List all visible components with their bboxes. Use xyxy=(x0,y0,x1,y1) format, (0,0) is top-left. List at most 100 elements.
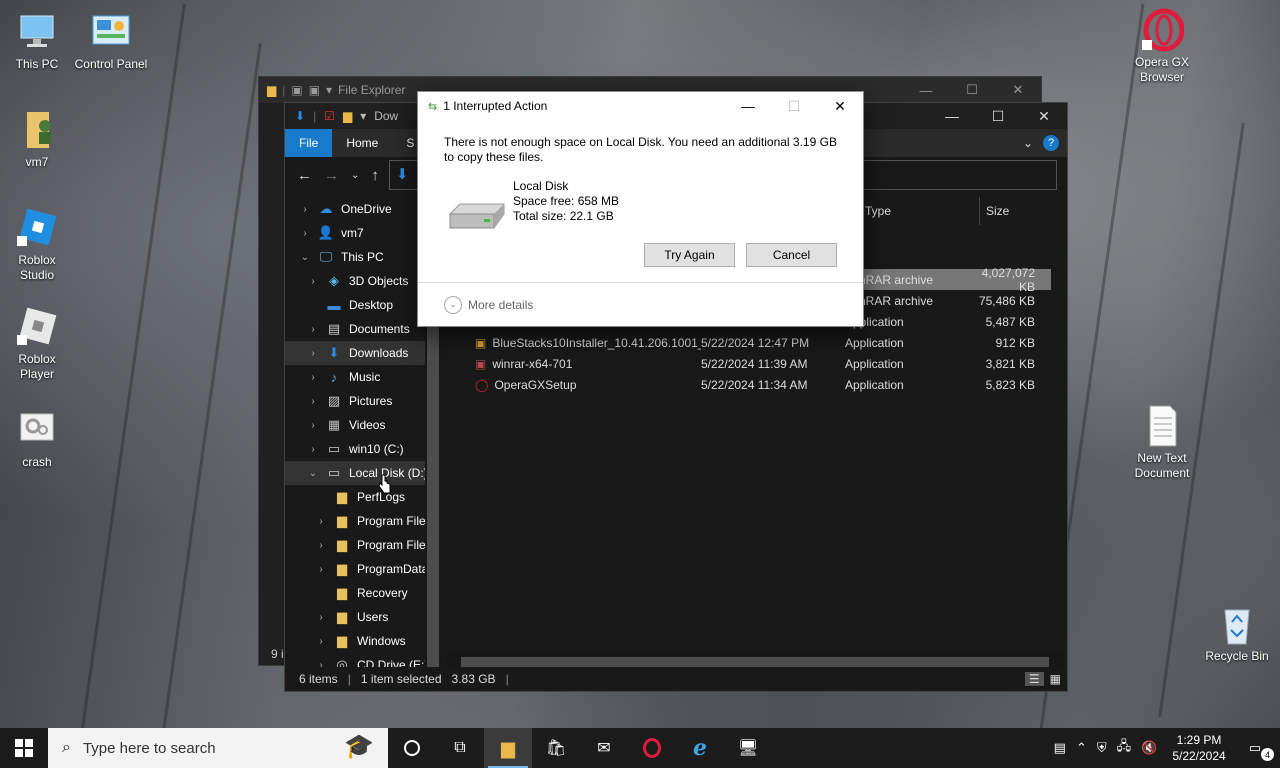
nav-item[interactable]: › ⬇ Downloads xyxy=(285,341,441,365)
details-view-icon[interactable]: ☰ xyxy=(1024,672,1044,686)
nav-item[interactable]: ⌄ ▭ Local Disk (D:) xyxy=(285,461,441,485)
notifications-button[interactable]: ▭ 4 xyxy=(1236,740,1280,761)
desktop-icon-control-panel[interactable]: Control Panel xyxy=(74,10,148,72)
wallpaper-streak xyxy=(77,3,186,757)
nav-item[interactable]: › ♪ Music xyxy=(285,365,441,389)
dialog-message: There is not enough space on Local Disk.… xyxy=(444,135,837,164)
maximize-button[interactable]: ☐ xyxy=(949,77,995,103)
properties-icon[interactable]: ☑ xyxy=(324,109,335,123)
minimize-button[interactable]: — xyxy=(903,77,949,103)
tab-home[interactable]: Home xyxy=(332,129,392,157)
nav-expand-chevron[interactable]: ⌄ xyxy=(307,468,319,479)
desktop-icon-roblox-studio[interactable]: Roblox Studio xyxy=(0,206,74,283)
back-arrow-icon[interactable]: ← xyxy=(297,167,312,184)
close-button[interactable]: ✕ xyxy=(995,77,1041,103)
try-again-button[interactable]: Try Again xyxy=(644,243,735,267)
nav-expand-chevron[interactable]: › xyxy=(307,420,319,431)
nav-item[interactable]: › ▦ Videos xyxy=(285,413,441,437)
maximize-button[interactable]: ☐ xyxy=(975,103,1021,129)
cortana-button[interactable] xyxy=(388,728,436,768)
more-details-toggle[interactable]: ⌄ More details xyxy=(418,282,863,326)
taskbar-store[interactable]: 🛍 xyxy=(532,728,580,768)
start-button[interactable] xyxy=(0,728,48,768)
nav-expand-chevron[interactable]: › xyxy=(307,276,319,287)
nav-expand-chevron[interactable]: › xyxy=(315,540,327,551)
nav-expand-chevron[interactable]: › xyxy=(315,564,327,575)
nav-expand-chevron[interactable]: › xyxy=(299,228,311,239)
nav-item[interactable]: › ▆ Windows xyxy=(285,629,441,653)
recent-locations-icon[interactable]: ⌄ xyxy=(351,170,359,181)
desktop-icon-roblox-player[interactable]: Roblox Player xyxy=(0,305,74,382)
file-row[interactable]: ▣ winrar-x64-701 5/22/2024 11:39 AM Applica… xyxy=(475,353,1051,374)
desktop-icon-recycle-bin[interactable]: Recycle Bin xyxy=(1200,602,1274,664)
column-header-type[interactable]: Type xyxy=(865,197,891,225)
desktop-icon-crash[interactable]: crash xyxy=(0,408,74,470)
nav-item[interactable]: › ▆ Program Files xyxy=(285,509,441,533)
desktop-icon-new-text-document[interactable]: New Text Document xyxy=(1125,404,1199,481)
news-icon[interactable]: ▤ xyxy=(1049,740,1071,756)
minimize-button[interactable]: — xyxy=(725,92,771,120)
taskbar-remote-desktop[interactable]: 🖥 xyxy=(724,728,772,768)
close-button[interactable]: ✕ xyxy=(817,92,863,120)
gear-file-icon xyxy=(15,408,59,452)
recycle-bin-icon xyxy=(1215,602,1259,646)
file-row[interactable]: ▣ BlueStacks10Installer_10.41.206.1001_n.… xyxy=(475,332,1051,353)
file-size: 5,823 KB xyxy=(985,377,1035,392)
desktop-icon-this-pc[interactable]: This PC xyxy=(0,10,74,72)
forward-arrow-icon[interactable]: → xyxy=(324,167,339,184)
close-button[interactable]: ✕ xyxy=(1021,103,1067,129)
folder-icon: ▣ xyxy=(308,83,321,97)
chevron-up-icon[interactable]: ⌃ xyxy=(1071,740,1092,756)
interrupted-action-dialog[interactable]: ⇆ 1 Interrupted Action — ☐ ✕ There is no… xyxy=(417,91,864,327)
nav-expand-chevron[interactable]: › xyxy=(299,204,311,215)
nav-item[interactable]: › ▆ Program Files xyxy=(285,533,441,557)
nav-item[interactable]: › ▨ Pictures xyxy=(285,389,441,413)
chevron-down-icon[interactable]: ⌄ xyxy=(1023,136,1033,150)
network-icon[interactable]: 🖧 xyxy=(1112,737,1137,759)
nav-item[interactable]: ▆ PerfLogs xyxy=(285,485,441,509)
nav-item[interactable]: › ▆ Users xyxy=(285,605,441,629)
nav-expand-chevron[interactable]: › xyxy=(307,396,319,407)
up-arrow-icon[interactable]: ↑ xyxy=(371,167,379,184)
nav-expand-chevron[interactable]: › xyxy=(307,444,319,455)
nav-expand-chevron[interactable]: › xyxy=(307,348,319,359)
nav-item-label: Program Files xyxy=(357,514,432,528)
taskbar-opera-gx[interactable] xyxy=(628,728,676,768)
desktop-icon-opera-gx[interactable]: Opera GX Browser xyxy=(1125,8,1199,85)
column-header-size[interactable]: Size xyxy=(979,197,1009,225)
user-icon: 👤 xyxy=(317,225,335,240)
volume-muted-icon[interactable]: 🔇 xyxy=(1136,740,1162,756)
desktop-icon-vm7[interactable]: vm7 xyxy=(0,108,74,170)
text-file-icon xyxy=(1140,404,1184,448)
cancel-button[interactable]: Cancel xyxy=(746,243,837,267)
nav-expand-chevron[interactable]: › xyxy=(307,372,319,383)
nav-item[interactable]: ▆ Recovery xyxy=(285,581,441,605)
nav-item[interactable]: › ▆ ProgramData xyxy=(285,557,441,581)
taskbar-internet-explorer[interactable]: e xyxy=(676,728,724,768)
nav-expand-chevron[interactable]: › xyxy=(315,516,327,527)
folder-icon[interactable]: ▆ xyxy=(343,109,352,123)
desktop-icon-label: Control Panel xyxy=(74,57,148,71)
file-date: 5/22/2024 11:39 AM xyxy=(701,356,808,371)
taskbar-file-explorer[interactable]: ▆ xyxy=(484,728,532,768)
nav-expand-chevron[interactable]: › xyxy=(315,636,327,647)
tab-file[interactable]: File xyxy=(285,129,333,157)
large-icons-view-icon[interactable]: ▦ xyxy=(1050,672,1061,686)
help-icon[interactable]: ? xyxy=(1043,135,1059,151)
task-view-button[interactable]: ⧉ xyxy=(436,728,484,768)
chevron-down-icon[interactable]: ▾ xyxy=(360,109,366,123)
roblox-player-icon xyxy=(15,305,59,349)
taskbar-mail[interactable]: ✉ xyxy=(580,728,628,768)
file-size: 5,487 KB xyxy=(985,314,1035,329)
nav-item[interactable]: › ▭ win10 (C:) xyxy=(285,437,441,461)
clock[interactable]: 1:29 PM 5/22/2024 xyxy=(1162,732,1235,764)
minimize-button[interactable]: — xyxy=(929,103,975,129)
taskbar-search-box[interactable]: ⌕ Type here to search 🎓 xyxy=(48,728,388,768)
nav-expand-chevron[interactable]: › xyxy=(307,324,319,335)
nav-expand-chevron[interactable]: ⌄ xyxy=(299,252,311,263)
nav-expand-chevron[interactable]: › xyxy=(315,612,327,623)
clock-time: 1:29 PM xyxy=(1176,733,1222,747)
nav-item-label: 3D Objects xyxy=(349,274,409,288)
file-row[interactable]: ◯ OperaGXSetup 5/22/2024 11:34 AM Applicati… xyxy=(475,374,1051,395)
security-icon[interactable]: ⛨ xyxy=(1092,740,1112,756)
